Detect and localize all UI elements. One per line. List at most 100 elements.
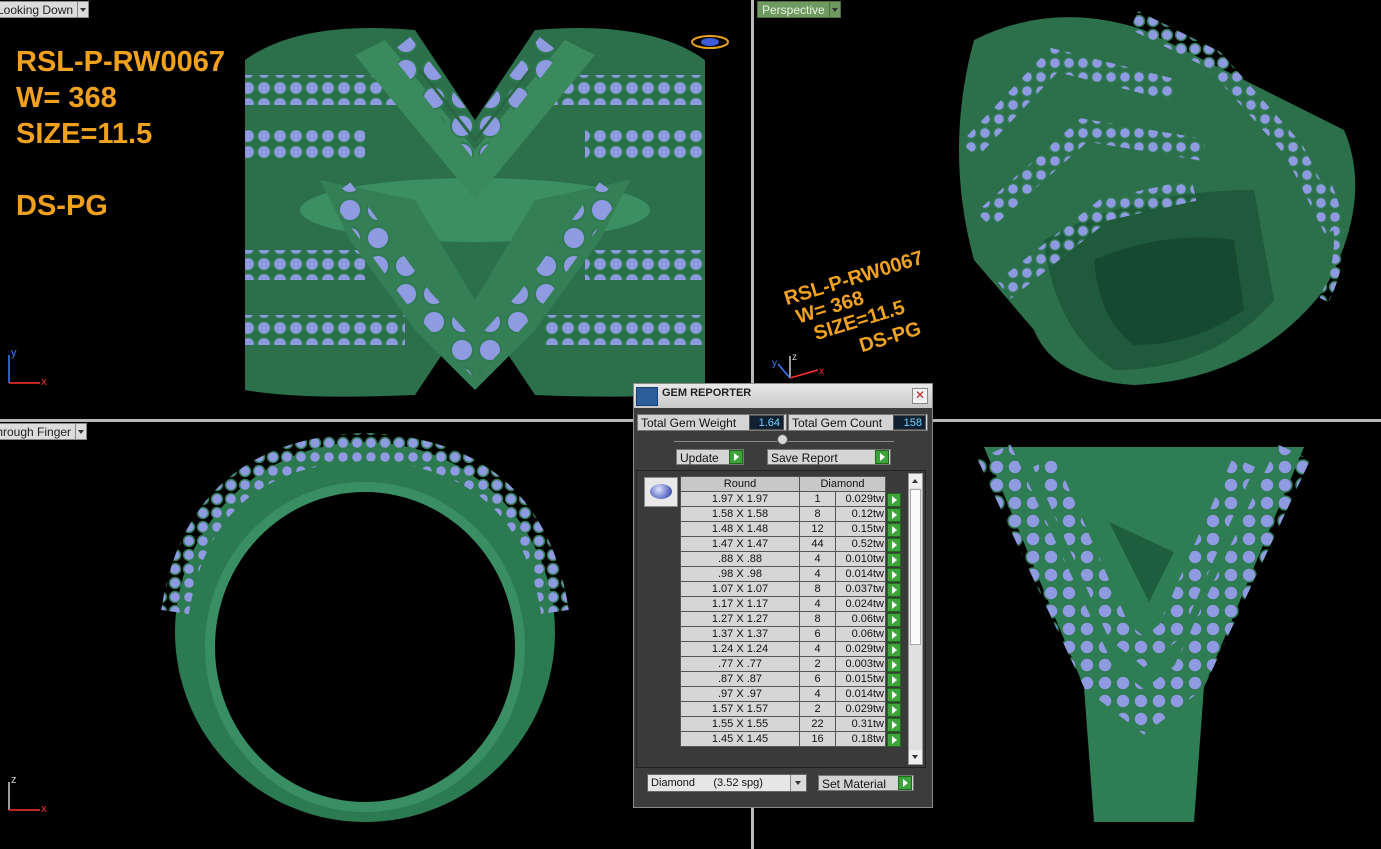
play-icon[interactable]: [887, 672, 901, 687]
round-gem-icon[interactable]: [644, 477, 678, 507]
gem-weight-cell: 0.12tw: [835, 506, 886, 522]
save-report-button[interactable]: Save Report: [767, 449, 891, 465]
gem-size-cell: 1.45 X 1.45: [680, 731, 800, 747]
table-row[interactable]: 1.57 X 1.57 2 0.029tw: [680, 701, 901, 717]
slider-handle[interactable]: [777, 434, 788, 445]
table-row[interactable]: 1.47 X 1.47 44 0.52tw: [680, 536, 901, 552]
play-icon[interactable]: [887, 567, 901, 582]
gem-size-cell: .77 X .77: [680, 656, 800, 672]
play-icon[interactable]: [887, 642, 901, 657]
play-icon[interactable]: [887, 552, 901, 567]
chevron-down-icon[interactable]: [790, 775, 806, 791]
gem-reporter-dialog[interactable]: GEM REPORTER ✕ Total Gem Weight 1.64 Tot…: [633, 383, 933, 808]
list-scrollbar[interactable]: [908, 473, 923, 765]
gem-size-cell: 1.55 X 1.55: [680, 716, 800, 732]
gem-count-cell: 8: [799, 581, 836, 597]
gem-count-cell: 1: [799, 491, 836, 507]
gem-size-cell: 1.37 X 1.37: [680, 626, 800, 642]
play-icon[interactable]: [887, 657, 901, 672]
table-row[interactable]: 1.97 X 1.97 1 0.029tw: [680, 491, 901, 507]
play-icon[interactable]: [887, 702, 901, 717]
gem-weight-cell: 0.010tw: [835, 551, 886, 567]
scroll-up-icon[interactable]: [909, 474, 922, 488]
material-select[interactable]: Diamond (3.52 spg): [647, 774, 807, 792]
row-action[interactable]: [885, 626, 901, 642]
gem-count-cell: 6: [799, 626, 836, 642]
scroll-down-icon[interactable]: [909, 750, 922, 764]
row-action[interactable]: [885, 506, 901, 522]
row-action[interactable]: [885, 521, 901, 537]
table-row[interactable]: 1.07 X 1.07 8 0.037tw: [680, 581, 901, 597]
table-row[interactable]: .98 X .98 4 0.014tw: [680, 566, 901, 582]
design-label: RSL-P-RW0067 W= 368 SIZE=11.5 DS-PG: [16, 44, 225, 224]
gem-list-panel[interactable]: Round Diamond 1.97 X 1.97 1 0.029tw 1.58 X …: [636, 470, 926, 768]
table-row[interactable]: 1.58 X 1.58 8 0.12tw: [680, 506, 901, 522]
axis-y-label: y: [772, 358, 777, 369]
row-action[interactable]: [885, 611, 901, 627]
viewport-tab-through-finger[interactable]: Through Finger: [0, 423, 88, 440]
gem-count-cell: 4: [799, 596, 836, 612]
row-action[interactable]: [885, 671, 901, 687]
table-row[interactable]: 1.45 X 1.45 16 0.18tw: [680, 731, 901, 747]
play-icon[interactable]: [887, 732, 901, 747]
gem-size-cell: .97 X .97: [680, 686, 800, 702]
row-action[interactable]: [885, 491, 901, 507]
chevron-down-icon[interactable]: [829, 1, 841, 18]
close-icon[interactable]: ✕: [912, 388, 928, 404]
play-icon[interactable]: [887, 507, 901, 522]
gem-count-cell: 4: [799, 641, 836, 657]
viewport-tab-looking-down[interactable]: Looking Down: [0, 1, 90, 18]
design-finish: DS-PG: [16, 190, 108, 222]
row-action[interactable]: [885, 686, 901, 702]
row-action[interactable]: [885, 716, 901, 732]
play-icon[interactable]: [887, 627, 901, 642]
column-header-round: Round: [680, 476, 800, 492]
chevron-down-icon[interactable]: [78, 1, 90, 18]
gem-count-cell: 4: [799, 686, 836, 702]
row-action[interactable]: [885, 731, 901, 747]
play-icon[interactable]: [729, 450, 743, 464]
row-action[interactable]: [885, 551, 901, 567]
table-row[interactable]: 1.24 X 1.24 4 0.029tw: [680, 641, 901, 657]
gem-weight-cell: 0.014tw: [835, 686, 886, 702]
row-action[interactable]: [885, 566, 901, 582]
table-row[interactable]: 1.55 X 1.55 22 0.31tw: [680, 716, 901, 732]
row-action[interactable]: [885, 701, 901, 717]
scroll-thumb[interactable]: [910, 489, 921, 645]
axis-x-label: x: [41, 803, 47, 814]
table-row[interactable]: 1.48 X 1.48 12 0.15tw: [680, 521, 901, 537]
play-icon[interactable]: [887, 717, 901, 732]
viewport-tab-label: Through Finger: [0, 423, 77, 440]
play-icon[interactable]: [898, 776, 912, 790]
play-icon[interactable]: [887, 537, 901, 552]
row-action[interactable]: [885, 641, 901, 657]
play-icon[interactable]: [887, 612, 901, 627]
table-row[interactable]: .87 X .87 6 0.015tw: [680, 671, 901, 687]
play-icon[interactable]: [887, 687, 901, 702]
table-row[interactable]: 1.37 X 1.37 6 0.06tw: [680, 626, 901, 642]
play-icon[interactable]: [887, 597, 901, 612]
viewport-looking-down[interactable]: RSL-P-RW0067 W= 368 SIZE=11.5 DS-PG y x …: [0, 0, 751, 419]
dialog-title-bar[interactable]: GEM REPORTER ✕: [634, 384, 932, 408]
gem-size-cell: 1.58 X 1.58: [680, 506, 800, 522]
viewport-perspective[interactable]: RSL-P-RW0067 W= 368 SIZE=11.5 DS-PG y z …: [754, 0, 1381, 419]
table-row[interactable]: .97 X .97 4 0.014tw: [680, 686, 901, 702]
play-icon[interactable]: [887, 522, 901, 537]
play-icon[interactable]: [887, 582, 901, 597]
row-action[interactable]: [885, 536, 901, 552]
play-icon[interactable]: [887, 492, 901, 507]
row-action[interactable]: [885, 656, 901, 672]
gem-size-cell: 1.47 X 1.47: [680, 536, 800, 552]
table-row[interactable]: 1.27 X 1.27 8 0.06tw: [680, 611, 901, 627]
table-row[interactable]: .77 X .77 2 0.003tw: [680, 656, 901, 672]
dialog-title: GEM REPORTER: [662, 387, 752, 399]
play-icon[interactable]: [875, 450, 889, 464]
row-action[interactable]: [885, 581, 901, 597]
viewport-tab-perspective[interactable]: Perspective: [757, 1, 841, 18]
table-row[interactable]: .88 X .88 4 0.010tw: [680, 551, 901, 567]
gem-count-cell: 2: [799, 656, 836, 672]
row-action[interactable]: [885, 596, 901, 612]
chevron-down-icon[interactable]: [76, 423, 88, 440]
gem-count-cell: 22: [799, 716, 836, 732]
table-row[interactable]: 1.17 X 1.17 4 0.024tw: [680, 596, 901, 612]
